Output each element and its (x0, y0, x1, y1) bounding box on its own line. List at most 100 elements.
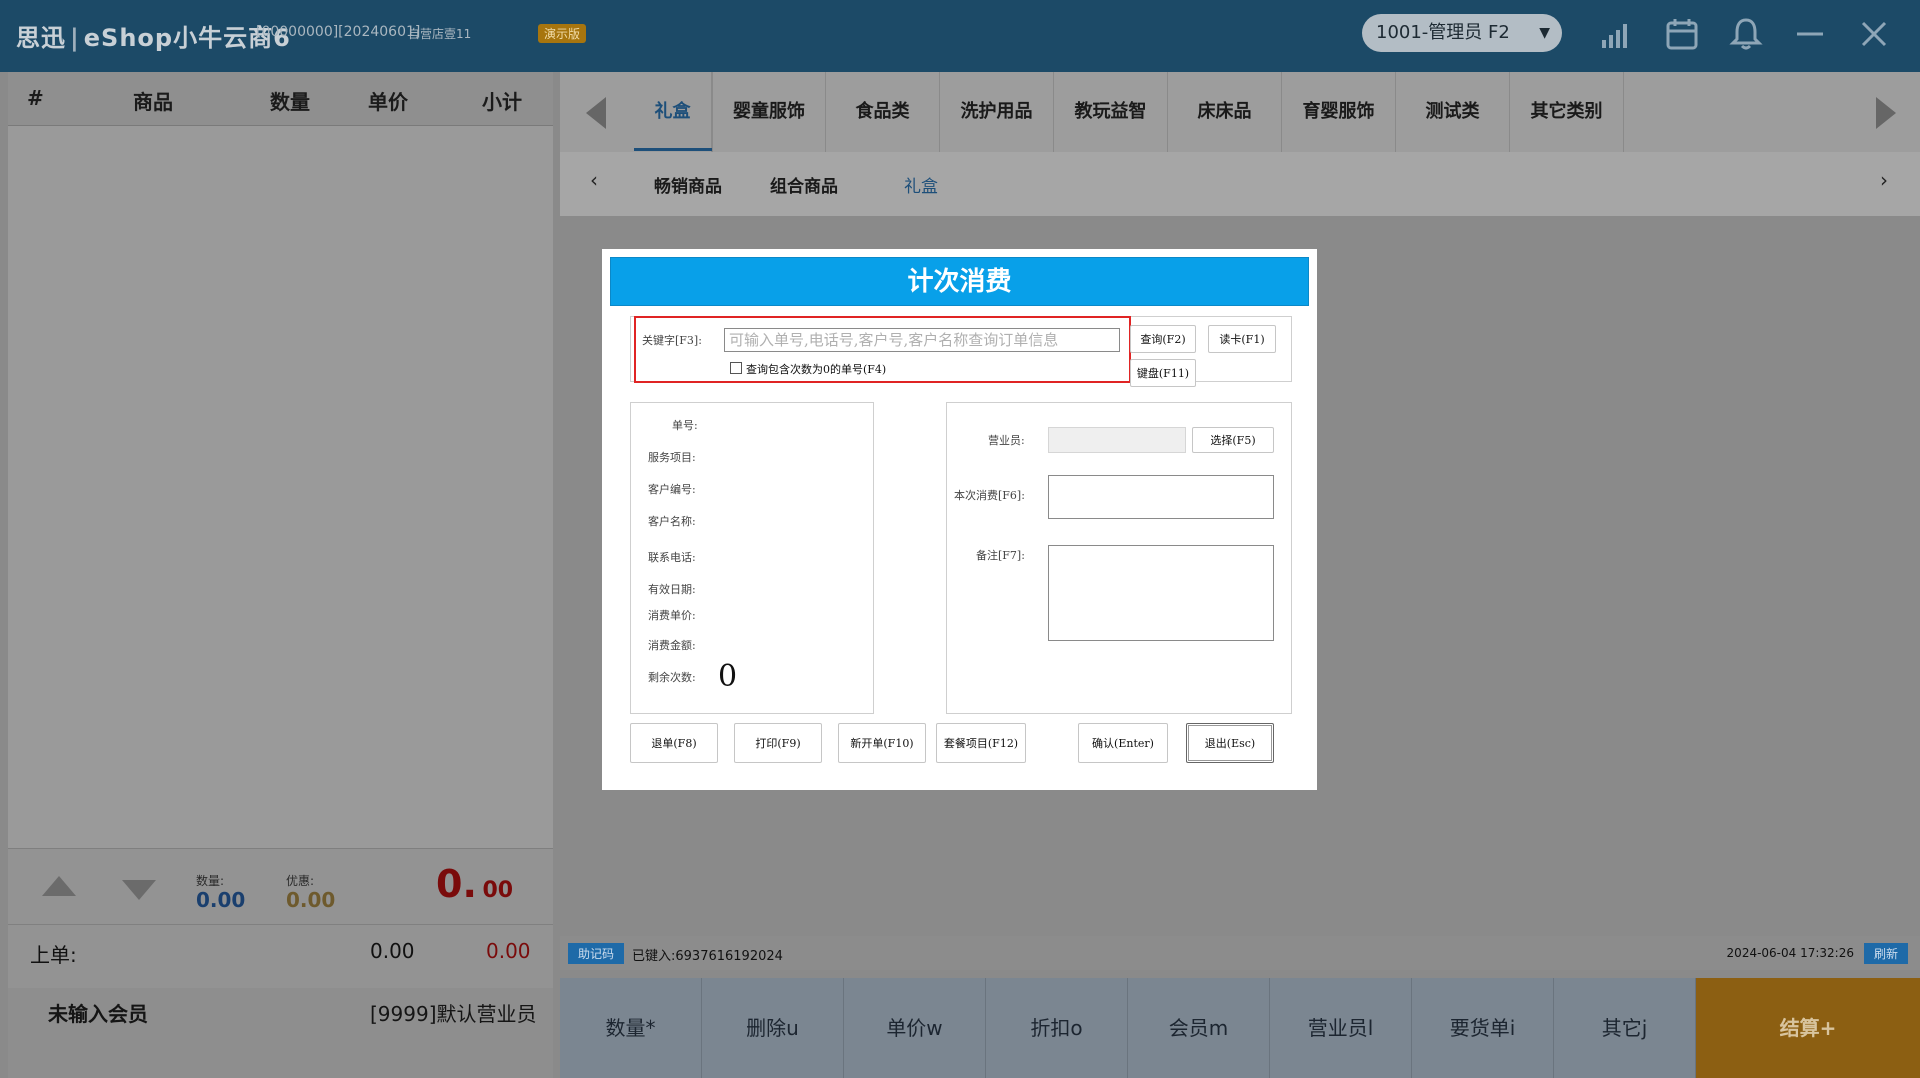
select-clerk-button[interactable]: 选择(F5) (1192, 427, 1274, 453)
chevron-down-icon: ▼ (1539, 25, 1550, 41)
col-subtotal: 小计 (482, 90, 522, 114)
entered-code: 已键入:6937616192024 (632, 949, 783, 964)
zero-count-checkbox[interactable] (730, 362, 742, 374)
category-prev-icon[interactable] (586, 97, 606, 129)
category-tabs: 礼盒 婴童服饰 食品类 洗护用品 教玩益智 床床品 育婴服饰 测试类 其它类别 (560, 72, 1920, 152)
consume-label: 本次消费[F6]: (954, 489, 1025, 502)
exit-button[interactable]: 退出(Esc) (1186, 723, 1274, 763)
fn-price-button[interactable]: 单价w (844, 978, 986, 1078)
field-customer-no: 客户编号: (648, 483, 696, 496)
consume-input[interactable] (1048, 475, 1274, 519)
count-consume-dialog: 计次消费 关键字[F3]: 可输入单号,电话号,客户号,客户名称查询订单信息 查… (602, 249, 1317, 790)
tab-category-5[interactable]: 床床品 (1168, 72, 1282, 152)
cart-header: # 商品 数量 单价 小计 (8, 72, 553, 126)
discount-value: 0.00 (286, 888, 336, 912)
mnemonic-button[interactable]: 助记码 (568, 943, 625, 964)
dialog-title: 计次消费 (610, 257, 1309, 306)
keyword-label: 关键字[F3]: (642, 334, 702, 347)
fn-qty-button[interactable]: 数量* (560, 978, 702, 1078)
refresh-button[interactable]: 刷新 (1863, 943, 1908, 964)
category-next-icon[interactable] (1876, 97, 1896, 129)
fn-request-button[interactable]: 要货单i (1412, 978, 1554, 1078)
subcategory-next-icon[interactable]: › (1880, 168, 1888, 192)
tab-category-6[interactable]: 育婴服饰 (1282, 72, 1396, 152)
close-icon[interactable] (1856, 16, 1892, 52)
tab-category-1[interactable]: 婴童服饰 (712, 72, 826, 152)
note-label: 备注[F7]: (976, 549, 1025, 562)
brand-name: 思迅 (16, 24, 66, 52)
fn-delete-button[interactable]: 删除u (702, 978, 844, 1078)
field-valid-date: 有效日期: (648, 583, 696, 596)
qty-value: 0.00 (196, 888, 246, 912)
fn-clerk-button[interactable]: 营业员l (1270, 978, 1412, 1078)
field-remaining: 剩余次数: (648, 671, 696, 684)
subtab-2[interactable]: 礼盒 (904, 172, 938, 197)
tab-category-2[interactable]: 食品类 (826, 72, 940, 152)
qty-label: 数量: (196, 874, 225, 888)
new-order-button[interactable]: 新开单(F10) (838, 723, 926, 763)
remaining-value: 0 (718, 659, 738, 694)
tab-category-7[interactable]: 测试类 (1396, 72, 1510, 152)
field-customer-name: 客户名称: (648, 515, 696, 528)
clerk-label: 营业员: (988, 434, 1025, 447)
default-clerk: [9999]默认营业员 (370, 1002, 537, 1026)
bell-icon[interactable] (1728, 16, 1764, 52)
total-integer: 0. (436, 862, 477, 906)
field-amount: 消费金额: (648, 639, 696, 652)
prev-amount: 0.00 (370, 939, 415, 963)
minimize-icon[interactable] (1792, 16, 1828, 52)
discount-label: 优惠: (286, 874, 315, 888)
read-card-button[interactable]: 读卡(F1) (1208, 325, 1276, 353)
confirm-button[interactable]: 确认(Enter) (1078, 723, 1168, 763)
refund-button[interactable]: 退单(F8) (630, 723, 718, 763)
settle-button[interactable]: 结算+ (1696, 978, 1920, 1078)
keyboard-button[interactable]: 键盘(F11) (1130, 359, 1196, 387)
tab-category-0[interactable]: 礼盒 (634, 72, 712, 152)
tab-category-3[interactable]: 洗护用品 (940, 72, 1054, 152)
tab-category-8[interactable]: 其它类别 (1510, 72, 1624, 152)
col-price: 单价 (368, 90, 408, 114)
calendar-icon[interactable] (1664, 16, 1700, 52)
prev-label: 上单: (30, 943, 77, 967)
user-selector[interactable]: 1001-管理员 F2 ▼ (1362, 14, 1562, 52)
total-decimal: 00 (482, 878, 514, 903)
fn-other-button[interactable]: 其它j (1554, 978, 1696, 1078)
previous-order-row: 上单: 0.00 0.00 (8, 924, 553, 976)
package-button[interactable]: 套餐项目(F12) (936, 723, 1026, 763)
member-bar[interactable]: 未输入会员 [9999]默认营业员 (8, 988, 553, 1078)
subtab-1[interactable]: 组合商品 (770, 172, 838, 197)
scroll-down-icon[interactable] (122, 880, 156, 900)
demo-badge: 演示版 (538, 24, 587, 43)
prev-total: 0.00 (486, 939, 531, 963)
subtab-0[interactable]: 畅销商品 (654, 172, 722, 197)
subcategory-prev-icon[interactable]: ‹ (590, 168, 598, 192)
app-brand: 思迅 | eShop小牛云商6 (16, 24, 291, 52)
col-index: # (27, 86, 44, 110)
keyword-input[interactable]: 可输入单号,电话号,客户号,客户名称查询订单信息 (724, 328, 1120, 352)
query-button[interactable]: 查询(F2) (1130, 325, 1196, 353)
zero-count-label: 查询包含次数为0的单号(F4) (746, 363, 887, 376)
active-tab-underline (634, 148, 712, 151)
subcategory-tabs: ‹ 畅销商品 组合商品 礼盒 › (560, 152, 1920, 216)
scroll-up-icon[interactable] (42, 876, 76, 896)
store-name: 自营店壹11 (408, 27, 472, 41)
fn-member-button[interactable]: 会员m (1128, 978, 1270, 1078)
col-qty: 数量 (270, 90, 310, 114)
field-unit-price: 消费单价: (648, 609, 696, 622)
field-service: 服务项目: (648, 451, 696, 464)
field-order-no: 单号: (672, 419, 698, 432)
version-info: [00000000][20240601] (256, 24, 421, 40)
signal-icon[interactable] (1598, 16, 1634, 52)
user-selector-label: 1001-管理员 F2 (1376, 22, 1510, 43)
clerk-field[interactable] (1048, 427, 1186, 453)
fn-discount-button[interactable]: 折扣o (986, 978, 1128, 1078)
field-phone: 联系电话: (648, 551, 696, 564)
title-bar: 思迅 | eShop小牛云商6 [00000000][20240601] 自营店壹1… (0, 0, 1920, 72)
print-button[interactable]: 打印(F9) (734, 723, 822, 763)
tab-category-4[interactable]: 教玩益智 (1054, 72, 1168, 152)
note-textarea[interactable] (1048, 545, 1274, 641)
cart-total: 0. 00 (436, 862, 513, 906)
member-status: 未输入会员 (48, 1002, 148, 1026)
datetime: 2024-06-04 17:32:26 (1726, 946, 1854, 960)
col-product: 商品 (133, 90, 173, 114)
